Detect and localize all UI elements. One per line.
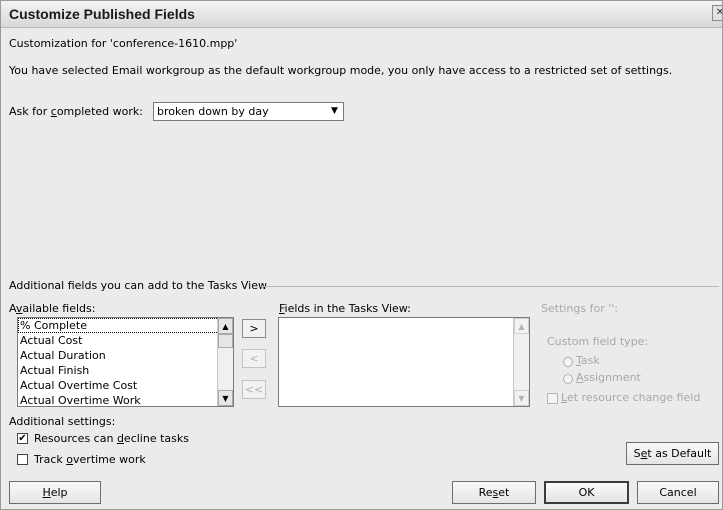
- set-as-default-button[interactable]: Set as Default: [626, 442, 719, 465]
- completed-work-label: Ask for completed work:: [9, 105, 143, 118]
- ok-button[interactable]: OK: [544, 481, 629, 504]
- available-fields-label: Available fields:: [9, 302, 96, 315]
- decline-tasks-label: Resources can decline tasks: [34, 432, 189, 445]
- task-radio-label: Task: [576, 354, 600, 367]
- tasks-view-group-title: Additional fields you can add to the Tas…: [9, 279, 268, 292]
- available-fields-list[interactable]: % Complete Actual Cost Actual Duration A…: [17, 317, 234, 407]
- list-item[interactable]: Actual Cost: [18, 333, 233, 348]
- assignment-radio-label: Assignment: [576, 371, 641, 384]
- list-item[interactable]: Actual Finish: [18, 363, 233, 378]
- scroll-thumb[interactable]: [218, 334, 233, 348]
- tasks-view-scrollbar: ▲ ▼: [513, 318, 529, 406]
- assignment-radio[interactable]: [563, 374, 573, 384]
- list-item[interactable]: Actual Overtime Cost: [18, 378, 233, 393]
- cancel-button[interactable]: Cancel: [637, 481, 719, 504]
- customization-for-label: Customization for 'conference-1610.mpp': [9, 37, 238, 50]
- track-overtime-checkbox[interactable]: [17, 454, 28, 465]
- scroll-up-icon: ▲: [514, 318, 529, 334]
- additional-settings-label: Additional settings:: [9, 415, 116, 428]
- scroll-up-icon[interactable]: ▲: [218, 318, 233, 334]
- available-fields-scrollbar[interactable]: ▲ ▼: [217, 318, 233, 406]
- workgroup-notice: You have selected Email workgroup as the…: [9, 64, 673, 77]
- chevron-down-icon[interactable]: ▼: [327, 104, 342, 119]
- scroll-down-icon: ▼: [514, 390, 529, 406]
- custom-field-type-label: Custom field type:: [547, 335, 649, 348]
- help-button[interactable]: Help: [9, 481, 101, 504]
- fields-in-tasks-view-label: Fields in the Tasks View:: [279, 302, 411, 315]
- title-bar: Customize Published Fields ✕: [1, 1, 722, 28]
- fields-in-tasks-view-list[interactable]: ▲ ▼: [278, 317, 530, 407]
- scroll-down-icon[interactable]: ▼: [218, 390, 233, 406]
- decline-tasks-checkbox[interactable]: ✔: [17, 433, 28, 444]
- group-divider: [261, 286, 719, 287]
- settings-for-label: Settings for '':: [541, 302, 618, 315]
- customize-published-fields-dialog: Customize Published Fields ✕ Customizati…: [0, 0, 723, 510]
- task-radio[interactable]: [563, 357, 573, 367]
- list-item[interactable]: Actual Overtime Work: [18, 393, 233, 406]
- let-resource-change-label: Let resource change field: [561, 391, 701, 404]
- list-item[interactable]: Actual Duration: [18, 348, 233, 363]
- list-item[interactable]: % Complete: [18, 318, 231, 333]
- track-overtime-label: Track overtime work: [34, 453, 146, 466]
- completed-work-dropdown[interactable]: broken down by day ▼: [153, 102, 344, 121]
- close-icon[interactable]: ✕: [712, 5, 722, 21]
- completed-work-value: broken down by day: [157, 105, 269, 118]
- remove-all-fields-button[interactable]: <<: [242, 380, 266, 399]
- let-resource-change-checkbox[interactable]: [547, 393, 558, 404]
- dialog-title: Customize Published Fields: [9, 6, 195, 22]
- remove-field-button[interactable]: <: [242, 349, 266, 368]
- add-field-button[interactable]: >: [242, 319, 266, 338]
- reset-button[interactable]: Reset: [452, 481, 536, 504]
